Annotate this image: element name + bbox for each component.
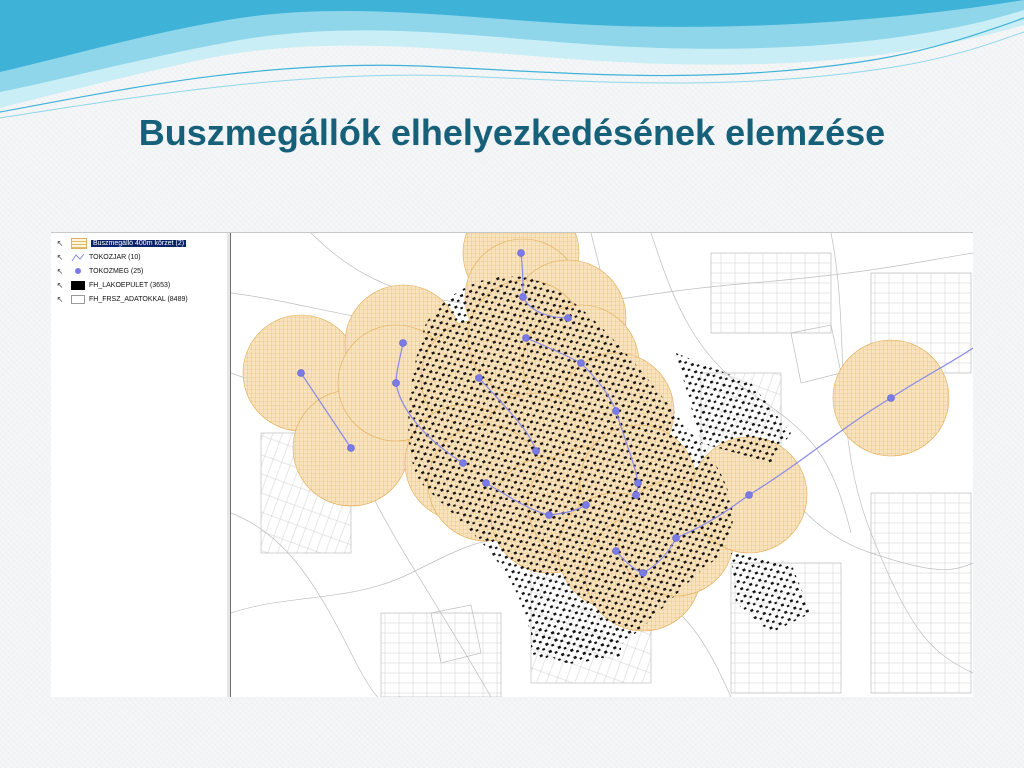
- white-fill-icon: [71, 294, 85, 304]
- line-icon: [71, 253, 85, 262]
- black-fill-icon: [71, 280, 85, 290]
- layer-label: FH_LAKOEPULET (3653): [89, 281, 171, 289]
- layer-table-of-contents: ↖ Buszmegálló 400m körzet (2) ↖ TOKOZJAR…: [51, 233, 228, 697]
- pointer-icon: ↖: [56, 266, 64, 276]
- buffer-grid-icon: [71, 237, 87, 249]
- layer-row-tokozmeg[interactable]: ↖ TOKOZMEG (25): [51, 264, 227, 278]
- map-canvas[interactable]: [231, 233, 973, 697]
- layer-label: TOKOZMEG (25): [89, 267, 144, 275]
- header-wave-decoration: [0, 0, 1024, 119]
- pointer-icon: ↖: [56, 294, 64, 304]
- layer-label: FH_FRSZ_ADATOKKAL (8489): [89, 295, 188, 303]
- pointer-icon: ↖: [56, 280, 64, 290]
- layer-row-tokozjar[interactable]: ↖ TOKOZJAR (10): [51, 250, 227, 264]
- gis-map-window: ↖ Buszmegálló 400m körzet (2) ↖ TOKOZJAR…: [51, 232, 973, 697]
- layer-row-buffer-400m[interactable]: ↖ Buszmegálló 400m körzet (2): [51, 236, 227, 250]
- layer-row-lakoepulet[interactable]: ↖ FH_LAKOEPULET (3653): [51, 278, 227, 292]
- layer-label: TOKOZJAR (10): [89, 253, 141, 261]
- pointer-icon: ↖: [56, 238, 64, 248]
- pointer-icon: ↖: [56, 252, 64, 262]
- layer-label: Buszmegálló 400m körzet (2): [91, 239, 187, 247]
- slide-title: Buszmegállók elhelyezkedésének elemzése: [138, 112, 886, 153]
- point-icon: [71, 267, 85, 276]
- layer-row-frsz-adatokkal[interactable]: ↖ FH_FRSZ_ADATOKKAL (8489): [51, 292, 227, 306]
